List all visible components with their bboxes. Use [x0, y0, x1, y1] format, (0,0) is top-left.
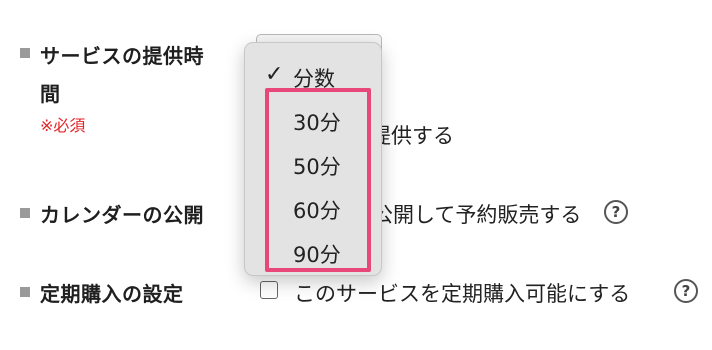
help-icon[interactable]: ?: [604, 200, 628, 224]
required-badge: ※必須: [40, 116, 86, 135]
service-time-behind-text: 提供する: [370, 124, 454, 148]
help-icon[interactable]: ?: [674, 279, 698, 303]
subscription-checkbox-label[interactable]: このサービスを定期購入可能にする: [294, 278, 630, 308]
bullet-icon: [20, 287, 30, 297]
bullet-icon: [20, 48, 30, 58]
service-time-label-line2: 間: [40, 82, 61, 106]
options-highlight-frame: [265, 88, 371, 272]
calendar-label: カレンダーの公開: [40, 203, 204, 227]
subscription-checkbox[interactable]: [260, 281, 278, 299]
calendar-behind-text: 公開して予約販売する: [372, 203, 582, 227]
subscription-label: 定期購入の設定: [40, 282, 184, 306]
bullet-icon: [20, 208, 30, 218]
checkmark-icon: ✓: [265, 62, 284, 87]
service-time-label-line1: サービスの提供時: [40, 44, 204, 68]
